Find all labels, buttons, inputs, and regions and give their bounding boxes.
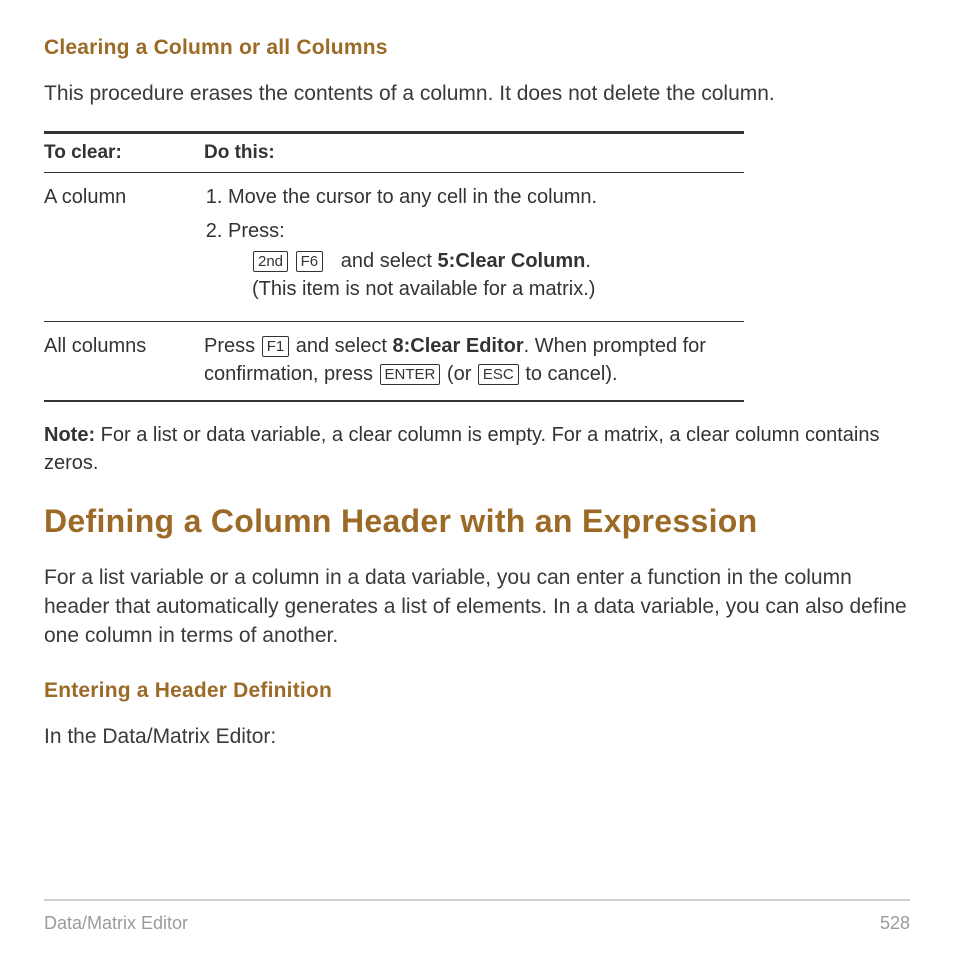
key-enter: ENTER — [380, 364, 441, 385]
table-row: A column Move the cursor to any cell in … — [44, 172, 744, 321]
th-to-clear: To clear: — [44, 132, 204, 172]
note: Note: For a list or data variable, a cle… — [44, 422, 910, 477]
intro-clearing: This procedure erases the contents of a … — [44, 80, 910, 109]
footer-title: Data/Matrix Editor — [44, 913, 188, 934]
section-heading-clearing: Clearing a Column or all Columns — [44, 36, 910, 60]
key-esc: ESC — [478, 364, 519, 385]
th-do-this: Do this: — [204, 132, 744, 172]
step-2: Press: 2nd F6 and select 5:Clear Column.… — [228, 217, 738, 303]
section-heading-defining: Defining a Column Header with an Express… — [44, 503, 910, 540]
section-heading-entering: Entering a Header Definition — [44, 679, 910, 703]
key-f1: F1 — [262, 336, 290, 357]
cell-label-a-column: A column — [44, 172, 204, 321]
intro-entering: In the Data/Matrix Editor: — [44, 723, 910, 752]
cell-label-all-columns: All columns — [44, 321, 204, 401]
step-1: Move the cursor to any cell in the colum… — [228, 183, 738, 211]
key-f6: F6 — [296, 251, 324, 272]
procedure-table: To clear: Do this: A column Move the cur… — [44, 131, 744, 402]
cell-steps-all-columns: Press F1 and select 8:Clear Editor. When… — [204, 321, 744, 401]
footer-page-number: 528 — [880, 913, 910, 934]
step-2-detail: 2nd F6 and select 5:Clear Column. (This … — [252, 247, 738, 303]
table-row: All columns Press F1 and select 8:Clear … — [44, 321, 744, 401]
key-2nd: 2nd — [253, 251, 288, 272]
intro-defining: For a list variable or a column in a dat… — [44, 564, 910, 651]
step-2-note: (This item is not available for a matrix… — [252, 278, 595, 300]
page-footer: Data/Matrix Editor 528 — [44, 899, 910, 934]
page: Clearing a Column or all Columns This pr… — [0, 0, 954, 954]
cell-steps-a-column: Move the cursor to any cell in the colum… — [204, 172, 744, 321]
